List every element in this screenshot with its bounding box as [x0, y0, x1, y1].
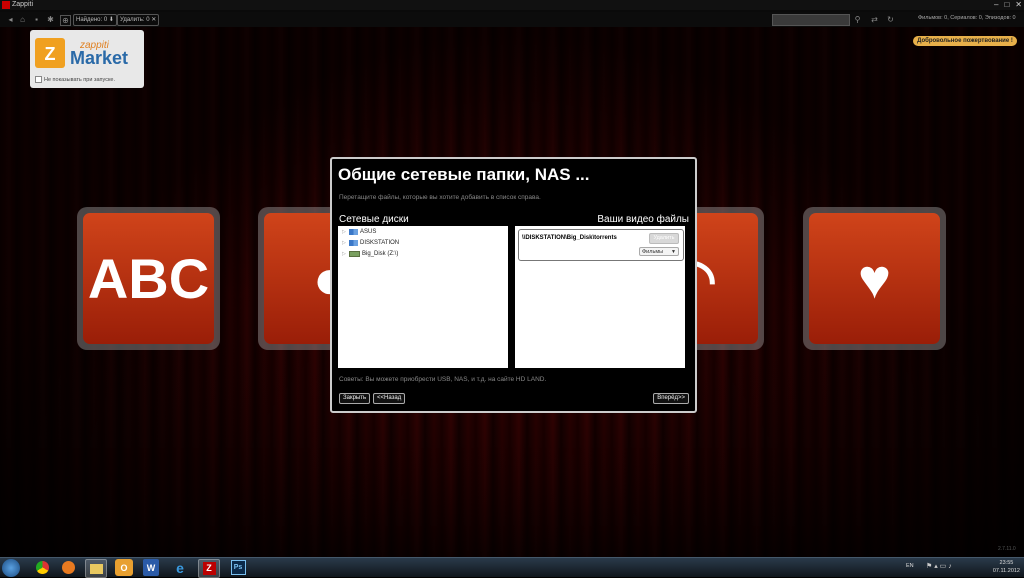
network-folders-dialog: Общие сетевые папки, NAS ... Перетащите …	[330, 157, 697, 413]
dialog-tip: Советы: Вы можете приобрести USB, NAS, и…	[339, 376, 547, 383]
language-indicator[interactable]: EN	[906, 563, 914, 569]
market-brand-large: Market	[70, 48, 129, 68]
removed-counter[interactable]: Удалить: 0 ✕	[117, 14, 160, 26]
expand-arrow-icon[interactable]: ▷	[342, 240, 347, 246]
internet-explorer-icon[interactable]: e	[170, 559, 190, 576]
delete-button[interactable]: Удалить	[649, 233, 679, 244]
tree-item-diskstation[interactable]: ▷ DISKSTATION	[342, 240, 399, 246]
chevron-down-icon: ▼	[671, 249, 676, 255]
close-window-button[interactable]: ✕	[1015, 0, 1022, 9]
maximize-button[interactable]: □	[1004, 0, 1009, 9]
chrome-icon[interactable]	[32, 559, 52, 576]
video-folder-item[interactable]: \\DISKSTATION\Big_Disk\torrents Удалить …	[518, 229, 684, 261]
shopping-bag-icon: Z	[35, 38, 65, 68]
version-label: 2.7.11.0	[998, 546, 1016, 552]
library-counts: Фильмов: 0, Сериалов: 0, Эпизодов: 0	[918, 15, 1016, 21]
tree-item-asus[interactable]: ▷ ASUS	[342, 229, 376, 235]
close-button[interactable]: Закрыть	[339, 393, 371, 404]
zappiti-icon[interactable]: Z	[198, 559, 220, 578]
search-input[interactable]	[772, 14, 850, 26]
dont-show-checkbox[interactable]: Не показывать при запуске.	[35, 76, 115, 83]
refresh-icon[interactable]: ⇄	[870, 15, 879, 24]
toolbar: ◂ ⌂ ▪ ✱ ⊕ Найдено: 0 ⬇ Удалить: 0 ✕ ⚲ ⇄ …	[0, 12, 1024, 27]
taskbar: O W e Z Ps EN ⚑ ▴ ▭ ♪ 23:55 07.11.2012	[0, 557, 1024, 578]
gun-heart-icon: ♥	[857, 247, 892, 310]
tree-item-big-disk[interactable]: ▷ Big_Disk (Z:\)	[342, 251, 398, 257]
zappiti-market-popup[interactable]: Z zappiti Market Не показывать при запус…	[30, 30, 144, 88]
tile-gun-heart[interactable]: ♥	[803, 207, 946, 350]
media-player-icon[interactable]	[58, 559, 78, 576]
abc-icon: ABC	[87, 247, 210, 310]
dialog-title: Общие сетевые папки, NAS ...	[338, 165, 590, 184]
checkbox-icon	[35, 76, 42, 83]
donate-button[interactable]: Добровольное пожертвование !	[913, 36, 1017, 46]
trash-icon[interactable]: ▪	[32, 15, 41, 24]
next-button[interactable]: Вперёд>>	[653, 393, 689, 404]
expand-arrow-icon[interactable]: ▷	[342, 251, 347, 257]
target-icon[interactable]: ⊕	[60, 15, 71, 26]
back-button[interactable]: <<Назад	[373, 393, 406, 404]
minimize-button[interactable]: –	[994, 0, 998, 9]
tile-abc[interactable]: ABC	[77, 207, 220, 350]
start-button[interactable]	[2, 559, 20, 577]
video-type-select[interactable]: Фильмы ▼	[639, 247, 679, 256]
found-counter[interactable]: Найдено: 0 ⬇	[73, 14, 117, 26]
tray-icons[interactable]: ⚑ ▴ ▭ ♪	[926, 562, 952, 570]
sync-icon[interactable]: ↻	[886, 15, 895, 24]
window-controls: – □ ✕	[994, 0, 1022, 9]
video-folder-path: \\DISKSTATION\Big_Disk\torrents	[522, 235, 617, 241]
photoshop-icon[interactable]: Ps	[228, 559, 248, 576]
video-files-list[interactable]: \\DISKSTATION\Big_Disk\torrents Удалить …	[515, 226, 685, 368]
explorer-icon[interactable]	[85, 559, 107, 578]
gear-icon[interactable]: ✱	[46, 15, 55, 24]
dialog-subtitle: Перетащите файлы, которые вы хотите доба…	[339, 194, 541, 201]
search-icon[interactable]: ⚲	[853, 15, 862, 24]
drive-icon	[349, 251, 360, 257]
apple-icon[interactable]	[903, 15, 912, 24]
expand-arrow-icon[interactable]: ▷	[342, 229, 347, 235]
outlook-icon[interactable]: O	[115, 559, 133, 576]
clock[interactable]: 23:55 07.11.2012	[993, 559, 1020, 575]
back-icon[interactable]: ◂	[6, 15, 15, 24]
network-icon	[349, 229, 358, 235]
network-drives-tree[interactable]: ▷ ASUS ▷ DISKSTATION ▷ Big_Disk (Z:\)	[338, 226, 508, 368]
window-title: Zappiti	[12, 1, 34, 8]
home-icon[interactable]: ⌂	[18, 15, 27, 24]
video-files-header: Ваши видео файлы	[597, 214, 689, 225]
app-logo-icon	[2, 1, 10, 9]
network-icon	[349, 240, 358, 246]
word-icon[interactable]: W	[143, 559, 159, 576]
network-drives-header: Сетевые диски	[339, 214, 409, 225]
